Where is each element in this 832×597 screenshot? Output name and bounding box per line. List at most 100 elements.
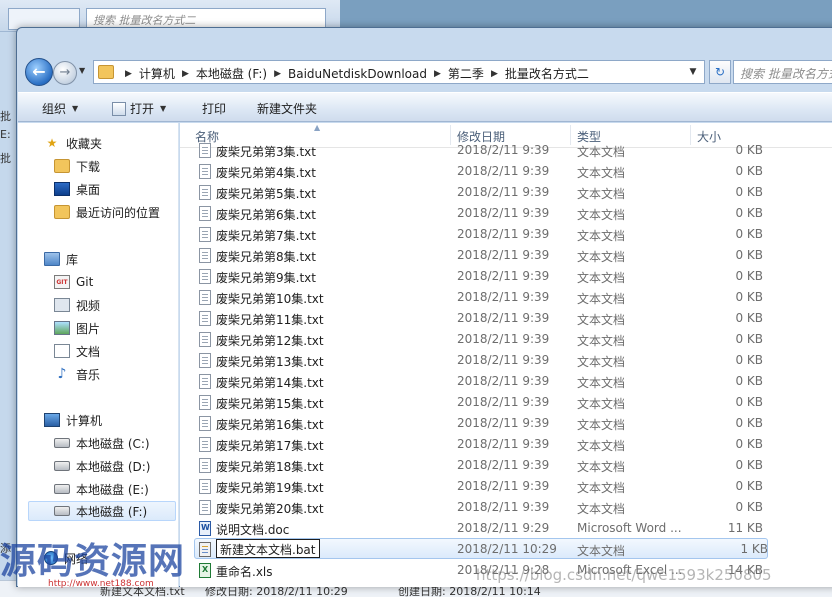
address-bar[interactable]: ▶ 计算机 ▶ 本地磁盘 (F:) ▶ BaiduNetdiskDownload…: [93, 60, 705, 84]
table-row[interactable]: 废柴兄弟第14集.txt 2018/2/11 9:39 文本文档 0 KB: [180, 371, 832, 392]
file-name: 废柴兄弟第8集.txt: [216, 250, 316, 264]
breadcrumb-current[interactable]: 批量改名方式二: [505, 65, 589, 82]
file-name: 废柴兄弟第7集.txt: [216, 229, 316, 243]
chevron-right-icon[interactable]: ▶: [182, 69, 189, 79]
file-icon: [199, 395, 211, 410]
file-type: 文本文档: [577, 481, 626, 495]
file-size: 0 KB: [735, 479, 763, 493]
back-button[interactable]: ←: [25, 58, 53, 86]
file-name: 废柴兄弟第11集.txt: [216, 313, 324, 327]
history-dropdown-icon[interactable]: ▼: [79, 66, 89, 78]
nav-computer[interactable]: 计算机: [44, 410, 102, 430]
table-row[interactable]: 废柴兄弟第8集.txt 2018/2/11 9:39 文本文档 0 KB: [180, 245, 832, 266]
table-row[interactable]: 废柴兄弟第16集.txt 2018/2/11 9:39 文本文档 0 KB: [180, 413, 832, 434]
nav-desktop[interactable]: 桌面: [54, 179, 100, 199]
new-folder-button[interactable]: 新建文件夹: [257, 100, 317, 117]
nav-libraries[interactable]: 库: [44, 249, 78, 269]
file-modified-date: 2018/2/11 9:39: [457, 416, 550, 430]
drive-icon: [54, 506, 70, 516]
nav-videos[interactable]: 视频: [54, 295, 100, 315]
table-row[interactable]: 废柴兄弟第10集.txt 2018/2/11 9:39 文本文档 0 KB: [180, 287, 832, 308]
file-icon: [199, 542, 211, 557]
nav-desktop-label: 桌面: [76, 182, 101, 197]
file-icon: [199, 458, 211, 473]
nav-drive-f[interactable]: 本地磁盘 (F:): [28, 501, 176, 521]
file-icon: [199, 227, 211, 242]
pictures-icon: [54, 321, 70, 335]
rename-input[interactable]: 新建文本文档.bat: [216, 539, 320, 558]
nav-drive-c[interactable]: 本地磁盘 (C:): [54, 433, 150, 453]
computer-icon: [44, 413, 60, 427]
breadcrumb-drive-f[interactable]: 本地磁盘 (F:): [196, 65, 267, 82]
table-row[interactable]: 说明文档.doc 2018/2/11 9:29 Microsoft Word ...…: [180, 518, 832, 539]
nav-music-label: 音乐: [76, 367, 101, 382]
file-size: 0 KB: [735, 332, 763, 346]
table-row[interactable]: 废柴兄弟第11集.txt 2018/2/11 9:39 文本文档 0 KB: [180, 308, 832, 329]
file-modified-date: 2018/2/11 9:39: [457, 311, 550, 325]
nav-computer-label: 计算机: [66, 413, 103, 428]
nav-favorites[interactable]: ★ 收藏夹: [44, 133, 102, 153]
forward-button[interactable]: →: [53, 61, 77, 85]
file-name: 废柴兄弟第13集.txt: [216, 355, 324, 369]
breadcrumb-computer[interactable]: 计算机: [139, 65, 175, 82]
chevron-right-icon[interactable]: ▶: [434, 69, 441, 79]
nav-downloads[interactable]: 下载: [54, 156, 100, 176]
open-button[interactable]: 打开 ▼: [112, 100, 166, 117]
table-row[interactable]: 新建文本文档.bat 2018/2/11 10:29 文本文档 1 KB: [194, 538, 768, 559]
nav-git-label: Git: [76, 275, 94, 289]
nav-drive-e-label: 本地磁盘 (E:): [76, 482, 149, 497]
star-icon: ★: [46, 136, 58, 150]
file-name: 重命名.xls: [216, 565, 273, 579]
table-row[interactable]: 废柴兄弟第19集.txt 2018/2/11 9:39 文本文档 0 KB: [180, 476, 832, 497]
table-row[interactable]: 废柴兄弟第12集.txt 2018/2/11 9:39 文本文档 0 KB: [180, 329, 832, 350]
table-row[interactable]: 废柴兄弟第18集.txt 2018/2/11 9:39 文本文档 0 KB: [180, 455, 832, 476]
search-input[interactable]: 搜索 批量改名方式二: [733, 60, 832, 84]
nav-git[interactable]: GIT Git: [54, 272, 93, 292]
table-row[interactable]: 废柴兄弟第6集.txt 2018/2/11 9:39 文本文档 0 KB: [180, 203, 832, 224]
file-modified-date: 2018/2/11 9:39: [457, 395, 550, 409]
chevron-right-icon[interactable]: ▶: [125, 69, 132, 79]
file-type: 文本文档: [577, 145, 626, 159]
table-row[interactable]: 废柴兄弟第4集.txt 2018/2/11 9:39 文本文档 0 KB: [180, 161, 832, 182]
table-row[interactable]: 废柴兄弟第13集.txt 2018/2/11 9:39 文本文档 0 KB: [180, 350, 832, 371]
file-type: 文本文档: [577, 376, 626, 390]
file-type: 文本文档: [577, 208, 626, 222]
background-text-2: E:: [0, 128, 11, 141]
nav-libraries-label: 库: [66, 252, 79, 267]
file-icon: [199, 500, 211, 515]
table-row[interactable]: 废柴兄弟第15集.txt 2018/2/11 9:39 文本文档 0 KB: [180, 392, 832, 413]
nav-drive-e[interactable]: 本地磁盘 (E:): [54, 479, 149, 499]
git-icon: GIT: [54, 275, 70, 289]
nav-pictures[interactable]: 图片: [54, 318, 100, 338]
open-label: 打开: [130, 102, 155, 116]
table-row[interactable]: 废柴兄弟第17集.txt 2018/2/11 9:39 文本文档 0 KB: [180, 434, 832, 455]
nav-recent[interactable]: 最近访问的位置: [54, 202, 160, 222]
file-name: 废柴兄弟第10集.txt: [216, 292, 324, 306]
file-type: 文本文档: [577, 460, 626, 474]
organize-button[interactable]: 组织 ▼: [42, 100, 78, 117]
chevron-right-icon[interactable]: ▶: [491, 69, 498, 79]
chevron-right-icon[interactable]: ▶: [274, 69, 281, 79]
print-button[interactable]: 打印: [202, 100, 226, 117]
address-dropdown-icon[interactable]: ▼: [686, 64, 700, 80]
table-row[interactable]: 废柴兄弟第5集.txt 2018/2/11 9:39 文本文档 0 KB: [180, 182, 832, 203]
nav-documents[interactable]: 文档: [54, 341, 100, 361]
table-row[interactable]: 废柴兄弟第7集.txt 2018/2/11 9:39 文本文档 0 KB: [180, 224, 832, 245]
file-size: 0 KB: [735, 458, 763, 472]
nav-pictures-label: 图片: [76, 321, 101, 336]
table-row[interactable]: 废柴兄弟第20集.txt 2018/2/11 9:39 文本文档 0 KB: [180, 497, 832, 518]
file-size: 0 KB: [735, 437, 763, 451]
watermark-text: 源码资源网: [0, 541, 186, 582]
breadcrumb-season2[interactable]: 第二季: [448, 65, 484, 82]
table-row[interactable]: 废柴兄弟第9集.txt 2018/2/11 9:39 文本文档 0 KB: [180, 266, 832, 287]
breadcrumb-baidu[interactable]: BaiduNetdiskDownload: [288, 67, 427, 81]
file-modified-date: 2018/2/11 9:39: [457, 164, 550, 178]
nav-recent-label: 最近访问的位置: [76, 205, 161, 220]
file-size: 11 KB: [727, 521, 763, 535]
nav-music[interactable]: ♪ 音乐: [54, 364, 100, 384]
refresh-button[interactable]: ↻: [709, 60, 731, 84]
nav-drive-d[interactable]: 本地磁盘 (D:): [54, 456, 150, 476]
file-size: 0 KB: [735, 143, 763, 157]
file-icon: [199, 248, 211, 263]
table-row[interactable]: 废柴兄弟第3集.txt 2018/2/11 9:39 文本文档 0 KB: [180, 140, 832, 161]
